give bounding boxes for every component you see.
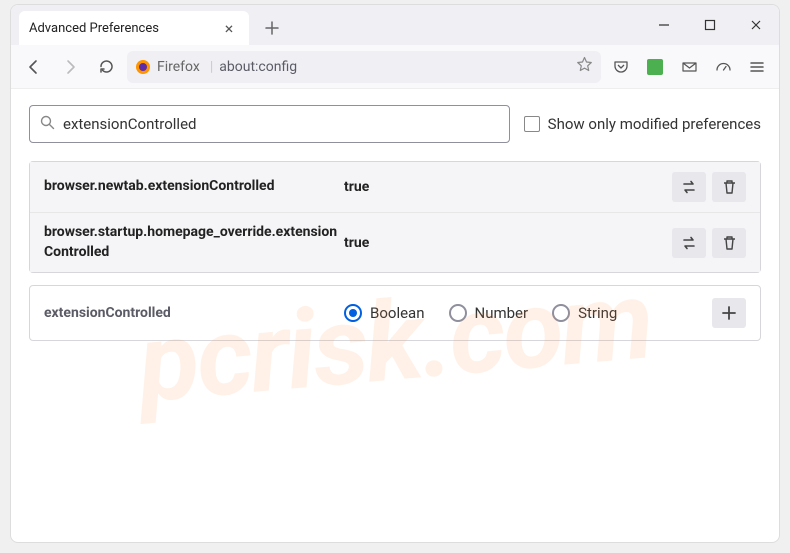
pref-row: browser.newtab.extensionControlled true <box>30 162 760 213</box>
watermark: pcrisk.com <box>133 255 656 428</box>
tab-bar: Advanced Preferences × <box>11 5 779 45</box>
mail-icon[interactable] <box>675 53 703 81</box>
pref-name: browser.newtab.extensionControlled <box>44 177 344 197</box>
maximize-button[interactable] <box>687 5 733 45</box>
type-radio-group: Boolean Number String <box>344 304 712 322</box>
show-modified-checkbox[interactable]: Show only modified preferences <box>524 115 761 133</box>
toolbar: Firefox | about:config <box>11 45 779 89</box>
close-window-button[interactable] <box>733 5 779 45</box>
radio-label: Number <box>475 304 529 322</box>
radio-label: Boolean <box>370 304 425 322</box>
minimize-button[interactable] <box>641 5 687 45</box>
search-icon <box>40 115 55 134</box>
url-path: about:config <box>219 59 297 75</box>
prefs-table: browser.newtab.extensionControlled true … <box>29 161 761 273</box>
delete-button[interactable] <box>712 228 746 258</box>
add-button[interactable] <box>712 298 746 328</box>
radio-number[interactable]: Number <box>449 304 529 322</box>
tab-active[interactable]: Advanced Preferences × <box>19 11 249 45</box>
search-box[interactable] <box>29 105 510 143</box>
pref-value: true <box>344 179 672 195</box>
url-brand: Firefox <box>157 59 200 75</box>
back-button[interactable] <box>19 52 49 82</box>
toggle-button[interactable] <box>672 228 706 258</box>
radio-icon <box>449 304 467 322</box>
window-controls <box>641 5 779 45</box>
radio-boolean[interactable]: Boolean <box>344 304 425 322</box>
pocket-icon[interactable] <box>607 53 635 81</box>
reload-button[interactable] <box>91 52 121 82</box>
search-row: Show only modified preferences <box>29 105 761 143</box>
new-pref-name: extensionControlled <box>44 305 344 321</box>
new-pref-row: extensionControlled Boolean Number Strin… <box>29 285 761 341</box>
url-separator: | <box>210 59 213 75</box>
pref-row: browser.startup.homepage_override.extens… <box>30 213 760 272</box>
search-input[interactable] <box>63 115 499 133</box>
url-bar[interactable]: Firefox | about:config <box>127 51 601 83</box>
bookmark-star-icon[interactable] <box>576 56 593 77</box>
checkbox-icon <box>524 116 540 132</box>
radio-icon <box>552 304 570 322</box>
radio-string[interactable]: String <box>552 304 617 322</box>
checkbox-label-text: Show only modified preferences <box>548 115 761 133</box>
browser-window: Advanced Preferences × <box>10 4 780 543</box>
tab-title: Advanced Preferences <box>29 21 159 36</box>
toggle-button[interactable] <box>672 172 706 202</box>
firefox-icon <box>135 59 151 75</box>
pref-name: browser.startup.homepage_override.extens… <box>44 223 344 262</box>
forward-button[interactable] <box>55 52 85 82</box>
menu-icon[interactable] <box>743 53 771 81</box>
radio-label: String <box>578 304 617 322</box>
pref-value: true <box>344 235 672 251</box>
pref-actions <box>672 172 746 202</box>
pref-actions <box>672 228 746 258</box>
close-icon[interactable]: × <box>219 18 239 38</box>
new-tab-button[interactable] <box>257 13 287 43</box>
radio-icon <box>344 304 362 322</box>
extension-icon[interactable] <box>641 53 669 81</box>
gauge-icon[interactable] <box>709 53 737 81</box>
content-area: pcrisk.com Show only modified preference… <box>11 89 779 542</box>
delete-button[interactable] <box>712 172 746 202</box>
